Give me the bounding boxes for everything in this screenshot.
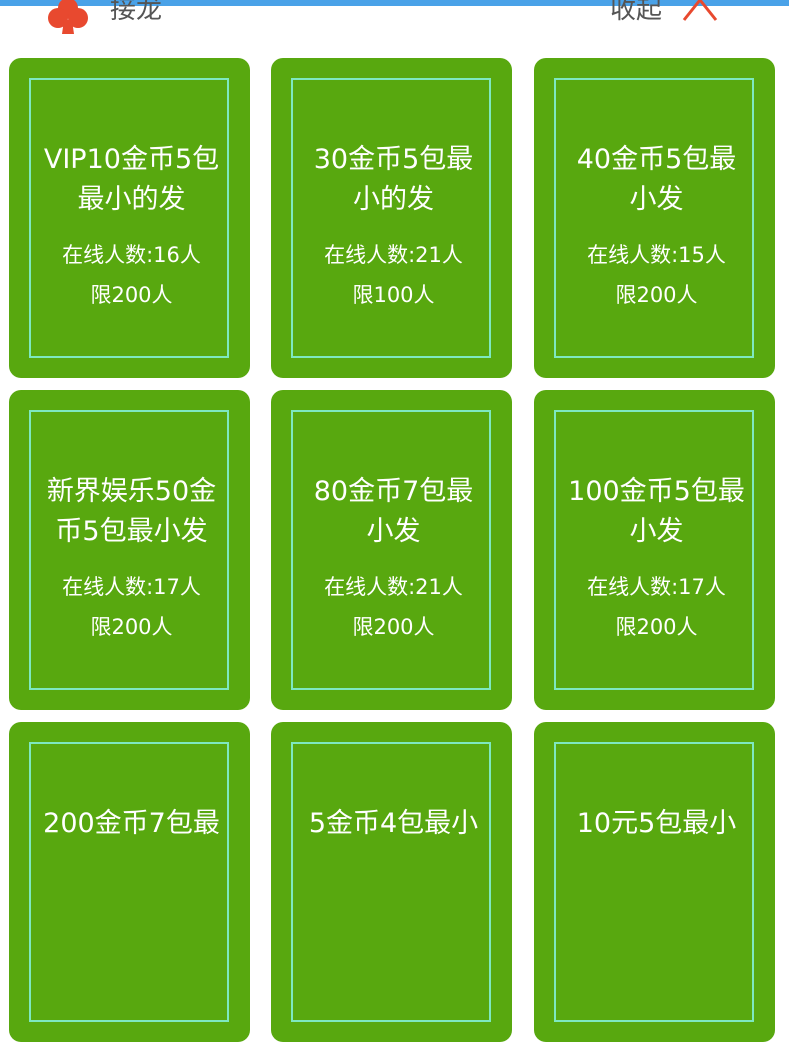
room-card-frame: 30金币5包最 小的发 在线人数:21人 限100人 [291,78,491,358]
room-limit: 限200人 [615,283,698,307]
room-limit: 限200人 [90,615,173,639]
room-card[interactable]: 200金币7包最 [9,722,250,1042]
room-card-frame: VIP10金币5包 最小的发 在线人数:16人 限200人 [29,78,229,358]
room-card-frame: 100金币5包最 小发 在线人数:17人 限200人 [554,410,754,690]
room-card[interactable]: VIP10金币5包 最小的发 在线人数:16人 限200人 [9,58,250,378]
room-online-count: 在线人数:17人 [62,575,201,599]
chevron-up-icon[interactable] [680,0,720,24]
room-card[interactable]: 40金币5包最 小发 在线人数:15人 限200人 [534,58,775,378]
section-title: 接龙 [110,0,163,25]
room-card-frame: 新界娱乐50金 币5包最小发 在线人数:17人 限200人 [29,410,229,690]
room-name: 30金币5包最 小的发 [313,144,474,215]
section-header: 接龙 收起 [0,0,789,40]
room-online-count: 在线人数:21人 [324,243,463,267]
room-card-frame: 200金币7包最 [29,742,229,1022]
room-name: 80金币7包最 小发 [313,476,474,547]
room-name: 10元5包最小 [576,808,737,839]
room-name: 100金币5包最 小发 [568,476,745,547]
room-card-frame: 40金币5包最 小发 在线人数:15人 限200人 [554,78,754,358]
room-card[interactable]: 100金币5包最 小发 在线人数:17人 限200人 [534,390,775,710]
room-limit: 限200人 [615,615,698,639]
room-card-frame: 10元5包最小 [554,742,754,1022]
room-name: 200金币7包最 [43,808,220,839]
room-card[interactable]: 80金币7包最 小发 在线人数:21人 限200人 [271,390,512,710]
room-name: 5金币4包最小 [308,808,479,839]
room-name: 40金币5包最 小发 [576,144,737,215]
room-online-count: 在线人数:21人 [324,575,463,599]
collapse-button[interactable]: 收起 [610,0,662,30]
room-name: 新界娱乐50金 币5包最小发 [46,476,217,547]
club-icon [48,0,88,34]
room-name: VIP10金币5包 最小的发 [43,144,220,215]
room-limit: 限100人 [352,283,435,307]
room-limit: 限200人 [90,283,173,307]
room-card[interactable]: 30金币5包最 小的发 在线人数:21人 限100人 [271,58,512,378]
room-card-frame: 5金币4包最小 [291,742,491,1022]
room-limit: 限200人 [352,615,435,639]
room-card[interactable]: 5金币4包最小 [271,722,512,1042]
room-card-frame: 80金币7包最 小发 在线人数:21人 限200人 [291,410,491,690]
room-online-count: 在线人数:15人 [587,243,726,267]
room-online-count: 在线人数:16人 [62,243,201,267]
room-card[interactable]: 新界娱乐50金 币5包最小发 在线人数:17人 限200人 [9,390,250,710]
room-card[interactable]: 10元5包最小 [534,722,775,1042]
room-online-count: 在线人数:17人 [587,575,726,599]
